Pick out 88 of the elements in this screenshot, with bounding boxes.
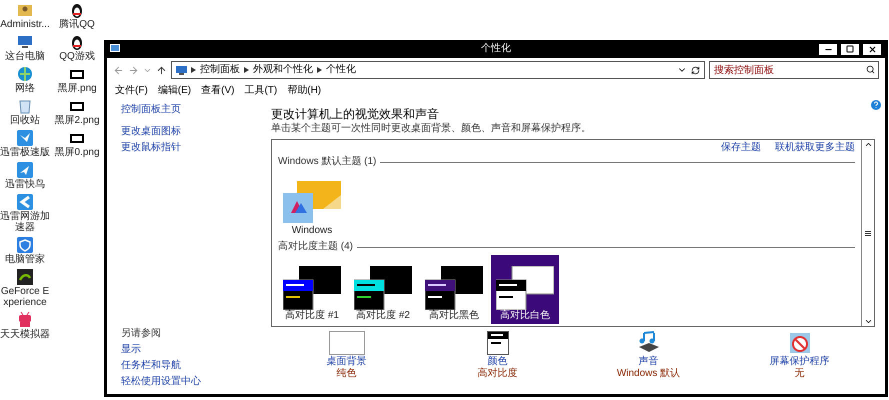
menu-item[interactable]: 编辑(E) bbox=[158, 83, 192, 97]
breadcrumb-item[interactable]: 外观和个性化 bbox=[253, 64, 313, 76]
page-heading: 更改计算机上的视觉效果和声音 bbox=[271, 108, 440, 120]
desktop-icon-label[interactable]: Administr... bbox=[0, 19, 50, 30]
description-text: 单击某个主题可一次性同时更改桌面背景、颜色、声音和屏幕保护程序。 bbox=[271, 123, 592, 135]
theme-link[interactable]: 保存主题 bbox=[721, 142, 761, 154]
setting-link[interactable]: 颜色 bbox=[488, 356, 508, 368]
desktop-icon-label[interactable]: GeForce Experience bbox=[0, 286, 50, 308]
desktop-icon-label[interactable]: 这台电脑 bbox=[5, 51, 45, 62]
theme-group-title: Windows 默认主题 (1) bbox=[278, 156, 376, 168]
menu-item[interactable]: 工具(T) bbox=[244, 83, 278, 97]
window-app-icon bbox=[110, 44, 120, 54]
menu-item[interactable]: 查看(V) bbox=[201, 83, 234, 97]
refresh-icon[interactable] bbox=[691, 66, 700, 74]
search-field[interactable]: 搜索控制面板 bbox=[709, 61, 879, 79]
up-button[interactable] bbox=[156, 64, 167, 76]
theme-name: 高对比度 #2 bbox=[356, 310, 410, 322]
theme-name: 高对比黑色 bbox=[429, 310, 479, 322]
see-also-link[interactable]: 轻松使用设置中心 bbox=[121, 376, 271, 388]
theme-group-title: 高对比度主题 (4) bbox=[278, 241, 353, 253]
setting-link[interactable]: 屏幕保护程序 bbox=[770, 356, 830, 368]
theme-thumbnail bbox=[354, 266, 412, 310]
setting-value: 高对比度 bbox=[478, 368, 518, 380]
separator-arrow-icon bbox=[191, 67, 196, 73]
breadcrumb-item[interactable]: 个性化 bbox=[326, 64, 356, 76]
back-button[interactable] bbox=[113, 64, 124, 76]
forward-button[interactable] bbox=[128, 64, 139, 76]
theme-thumbnail bbox=[283, 181, 341, 225]
desktop-icon-label[interactable]: 网络 bbox=[15, 83, 35, 94]
desktop-icon-label[interactable]: 迅雷网游加速器 bbox=[0, 211, 50, 233]
robot-icon bbox=[16, 311, 34, 329]
menu-item[interactable]: 文件(F) bbox=[115, 83, 148, 97]
theme-name: Windows bbox=[292, 225, 332, 237]
setting-link[interactable]: 桌面背景 bbox=[326, 356, 366, 368]
maximize-button[interactable] bbox=[840, 42, 860, 56]
see-also-link[interactable]: 显示 bbox=[121, 344, 271, 356]
breadcrumb-item[interactable]: 控制面板 bbox=[200, 64, 240, 76]
scroll-down-icon[interactable] bbox=[864, 317, 872, 326]
desktop-icon-label[interactable]: 天天模拟器 bbox=[0, 329, 50, 340]
sidebar-link[interactable]: 更改桌面图标 bbox=[121, 126, 271, 138]
shield-icon bbox=[16, 236, 34, 254]
desktop-icon-label[interactable]: 黑屏.png bbox=[57, 83, 97, 94]
see-also-link[interactable]: 任务栏和导航 bbox=[121, 360, 271, 372]
search-icon bbox=[866, 65, 875, 74]
graphics-icon bbox=[16, 268, 34, 286]
theme-thumbnail bbox=[496, 266, 554, 310]
no-entry-icon bbox=[788, 331, 812, 355]
desktop-icon-label[interactable]: 腾讯QQ bbox=[59, 19, 95, 30]
theme-tile[interactable]: 高对比白色 bbox=[491, 255, 559, 324]
see-also-heading: 另请参阅 bbox=[121, 328, 162, 340]
bird-icon bbox=[16, 129, 34, 147]
theme-name: 高对比白色 bbox=[500, 310, 550, 322]
desktop-icon-label[interactable]: QQ游戏 bbox=[59, 51, 95, 62]
theme-thumbnail bbox=[425, 266, 483, 310]
desktop-icon-label[interactable]: 电脑管家 bbox=[5, 254, 45, 265]
desktop-icon-label[interactable]: 迅雷极速版 bbox=[0, 147, 50, 158]
window-color-icon bbox=[486, 331, 508, 355]
sidebar-link[interactable]: 控制面板主页 bbox=[121, 104, 271, 116]
setting-link[interactable]: 声音 bbox=[638, 356, 658, 368]
setting-value: 纯色 bbox=[336, 368, 356, 380]
scroll-grip-icon bbox=[865, 230, 871, 236]
desktop-icon-label[interactable]: 黑屏2.png bbox=[54, 115, 100, 126]
monitor-icon bbox=[16, 33, 34, 51]
plane-icon bbox=[16, 161, 34, 179]
control-panel-icon bbox=[176, 65, 187, 75]
close-icon bbox=[868, 44, 876, 54]
window-title: 个性化 bbox=[481, 43, 511, 55]
scroll-up-icon[interactable] bbox=[864, 140, 872, 149]
globe-icon bbox=[16, 65, 34, 83]
desktop-icon-label[interactable]: 黑屏0.png bbox=[54, 147, 100, 158]
maximize-icon bbox=[846, 45, 854, 53]
close-button[interactable] bbox=[862, 42, 882, 56]
blank-picture-icon bbox=[328, 331, 364, 355]
theme-thumbnail bbox=[283, 266, 341, 310]
separator-arrow-icon bbox=[317, 67, 322, 73]
address-bar[interactable]: 控制面板 外观和个性化 个性化 bbox=[171, 61, 705, 79]
scrollbar[interactable] bbox=[861, 140, 874, 326]
setting-value: Windows 默认 bbox=[616, 368, 680, 380]
sidebar-link[interactable]: 更改鼠标指针 bbox=[121, 142, 271, 154]
menu-item[interactable]: 帮助(H) bbox=[287, 83, 322, 97]
minimize-button[interactable] bbox=[818, 42, 838, 56]
theme-name: 高对比度 #1 bbox=[285, 310, 339, 322]
help-icon[interactable] bbox=[871, 100, 881, 110]
desktop-icon-label[interactable]: 回收站 bbox=[10, 115, 40, 126]
setting-value: 无 bbox=[794, 368, 804, 380]
desktop-icon-label[interactable]: 迅雷快鸟 bbox=[5, 179, 45, 190]
separator-arrow-icon bbox=[244, 67, 249, 73]
theme-link[interactable]: 联机获取更多主题 bbox=[775, 142, 855, 154]
